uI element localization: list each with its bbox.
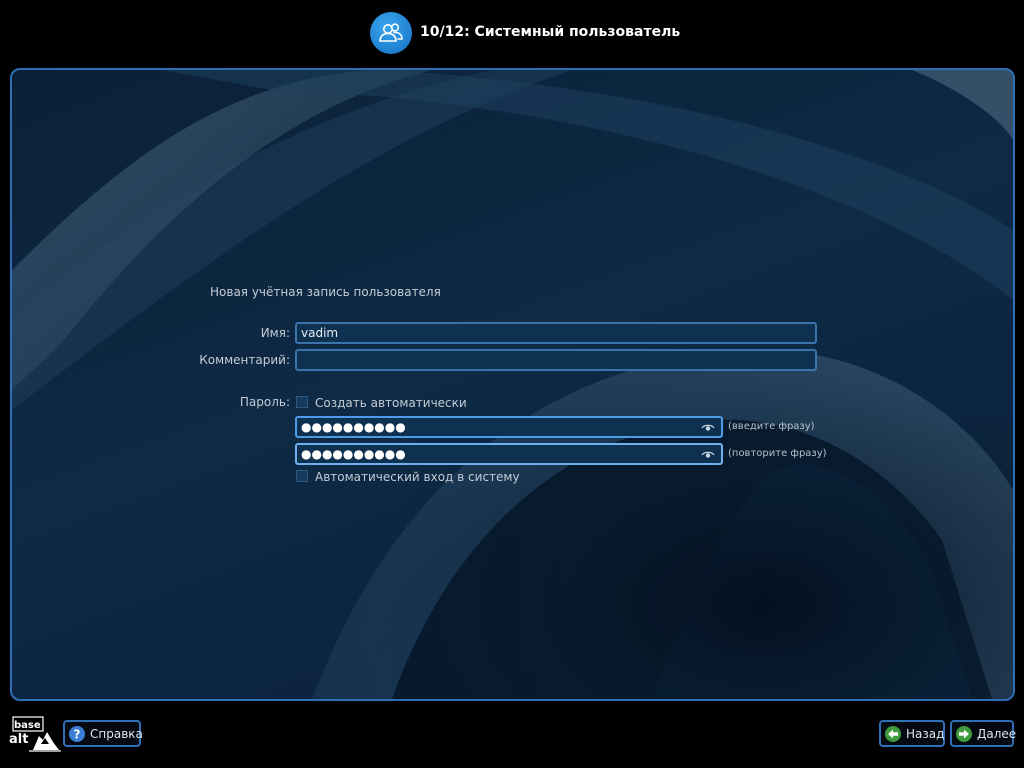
name-label: Имя: bbox=[260, 326, 290, 340]
background-waves bbox=[12, 70, 1013, 699]
help-button[interactable]: ? Справка bbox=[63, 720, 143, 747]
users-icon bbox=[370, 12, 412, 54]
back-button[interactable]: Назад bbox=[879, 720, 945, 747]
autologin-label: Автоматический вход в систему bbox=[315, 470, 520, 484]
comment-field[interactable] bbox=[295, 349, 817, 371]
eye-icon[interactable] bbox=[701, 448, 715, 466]
help-icon: ? bbox=[69, 725, 85, 742]
basealt-logo: base alt bbox=[9, 716, 61, 752]
arrow-left-icon bbox=[885, 725, 901, 742]
password-field[interactable]: ●●●●●●●●●● bbox=[295, 416, 723, 438]
eye-icon[interactable] bbox=[701, 421, 715, 439]
page-title: 10/12: Системный пользователь bbox=[420, 24, 681, 40]
svg-text:?: ? bbox=[74, 727, 81, 741]
svg-text:base: base bbox=[14, 720, 41, 731]
next-button-label: Далее bbox=[977, 726, 1017, 741]
back-button-label: Назад bbox=[906, 726, 945, 741]
password-repeat-field[interactable]: ●●●●●●●●●● bbox=[295, 443, 723, 465]
password-repeat-hint: (повторите фразу) bbox=[728, 448, 827, 459]
comment-label: Комментарий: bbox=[199, 353, 290, 367]
header: 10/12: Системный пользователь bbox=[0, 0, 1024, 68]
name-field[interactable]: vadim bbox=[295, 322, 817, 344]
password-repeat-value: ●●●●●●●●●● bbox=[301, 447, 406, 461]
autologin-checkbox[interactable] bbox=[296, 470, 308, 482]
next-button[interactable]: Далее bbox=[950, 720, 1017, 747]
svg-text:alt: alt bbox=[9, 732, 28, 747]
arrow-right-icon bbox=[956, 725, 972, 742]
main-panel: Новая учётная запись пользователя Имя: v… bbox=[10, 68, 1015, 701]
password-hint: (введите фразу) bbox=[728, 421, 815, 432]
auto-create-label: Создать автоматически bbox=[315, 396, 467, 410]
help-button-label: Справка bbox=[90, 726, 143, 741]
form-heading: Новая учётная запись пользователя bbox=[210, 285, 441, 299]
password-value: ●●●●●●●●●● bbox=[301, 420, 406, 434]
auto-create-checkbox[interactable] bbox=[296, 396, 308, 408]
password-label: Пароль: bbox=[239, 395, 290, 409]
